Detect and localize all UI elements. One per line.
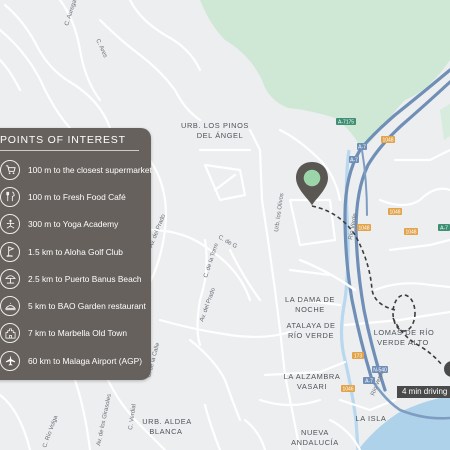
svg-text:URB. ALDEA: URB. ALDEA bbox=[142, 417, 192, 426]
svg-text:URB. LOS PINOS: URB. LOS PINOS bbox=[181, 121, 249, 130]
list-item: 300 m to Yoga Academy bbox=[0, 211, 145, 238]
poi-label: 5 km to BAO Garden restaurant bbox=[28, 301, 146, 312]
poi-list: 100 m to the closest supermarket 100 m t… bbox=[0, 156, 152, 374]
svg-text:1048: 1048 bbox=[389, 210, 400, 216]
poi-label: 60 km to Malaga Airport (AGP) bbox=[28, 355, 143, 366]
svg-text:LOMAS DE RÍO: LOMAS DE RÍO bbox=[374, 328, 435, 337]
svg-text:VASARI: VASARI bbox=[297, 382, 327, 391]
panel-title: POINTS OF INTEREST bbox=[0, 134, 126, 146]
svg-text:ATALAYA DE: ATALAYA DE bbox=[287, 321, 336, 330]
poi-label: 100 m to the closest supermarket bbox=[28, 164, 152, 175]
svg-text:RÍO VERDE: RÍO VERDE bbox=[288, 331, 334, 340]
svg-text:1048: 1048 bbox=[382, 138, 393, 144]
svg-text:A-7: A-7 bbox=[350, 158, 358, 164]
yoga-icon bbox=[0, 214, 20, 235]
beach-umbrella-icon bbox=[0, 268, 20, 289]
list-item: 1.5 km to Aloha Golf Club bbox=[0, 238, 145, 265]
shopping-cart-icon bbox=[0, 159, 20, 180]
list-item: 5 km to BAO Garden restaurant bbox=[0, 292, 146, 319]
poi-label: 7 km to Marbella Old Town bbox=[28, 328, 127, 339]
airplane-icon bbox=[0, 350, 20, 371]
svg-text:1048: 1048 bbox=[358, 226, 369, 232]
svg-text:A-7: A-7 bbox=[440, 226, 448, 232]
list-item: 100 m to the closest supermarket bbox=[0, 156, 152, 183]
drive-time-badge: 4 min driving bbox=[397, 386, 450, 398]
poi-label: 1.5 km to Aloha Golf Club bbox=[28, 246, 123, 257]
svg-text:A-7: A-7 bbox=[365, 379, 373, 385]
svg-text:LA ISLA: LA ISLA bbox=[356, 414, 387, 423]
list-item: 100 m to Fresh Food Café bbox=[0, 183, 145, 210]
svg-text:NUEVA: NUEVA bbox=[301, 428, 329, 437]
svg-text:1048: 1048 bbox=[405, 230, 416, 236]
svg-text:A-7175: A-7175 bbox=[338, 120, 354, 126]
svg-text:LA DAMA DE: LA DAMA DE bbox=[285, 295, 335, 304]
list-item: 60 km to Malaga Airport (AGP) bbox=[0, 347, 145, 374]
poi-label: 2.5 km to Puerto Banus Beach bbox=[28, 273, 142, 284]
poi-label: 300 m to Yoga Academy bbox=[28, 219, 119, 230]
list-item: 7 km to Marbella Old Town bbox=[0, 320, 145, 347]
list-item: 2.5 km to Puerto Banus Beach bbox=[0, 265, 145, 292]
svg-text:BLANCA: BLANCA bbox=[149, 427, 182, 436]
svg-text:DEL ÁNGEL: DEL ÁNGEL bbox=[197, 131, 244, 140]
svg-text:A-7: A-7 bbox=[358, 145, 366, 151]
svg-text:NOCHE: NOCHE bbox=[295, 305, 325, 314]
svg-text:ANDALUCÍA: ANDALUCÍA bbox=[291, 438, 339, 447]
restaurant-icon bbox=[0, 296, 20, 317]
svg-text:1046: 1046 bbox=[342, 387, 353, 393]
title-divider bbox=[0, 150, 139, 151]
old-town-icon bbox=[0, 323, 20, 344]
cutlery-icon bbox=[0, 186, 20, 207]
svg-text:N-540: N-540 bbox=[373, 368, 387, 374]
poi-label: 100 m to Fresh Food Café bbox=[28, 191, 126, 202]
points-of-interest-panel: POINTS OF INTEREST 100 m to the closest … bbox=[0, 128, 152, 380]
svg-text:VERDE ALTO: VERDE ALTO bbox=[377, 338, 429, 347]
golf-flag-icon bbox=[0, 241, 20, 262]
svg-text:LA ALZAMBRA: LA ALZAMBRA bbox=[284, 372, 341, 381]
svg-text:173: 173 bbox=[354, 354, 363, 360]
